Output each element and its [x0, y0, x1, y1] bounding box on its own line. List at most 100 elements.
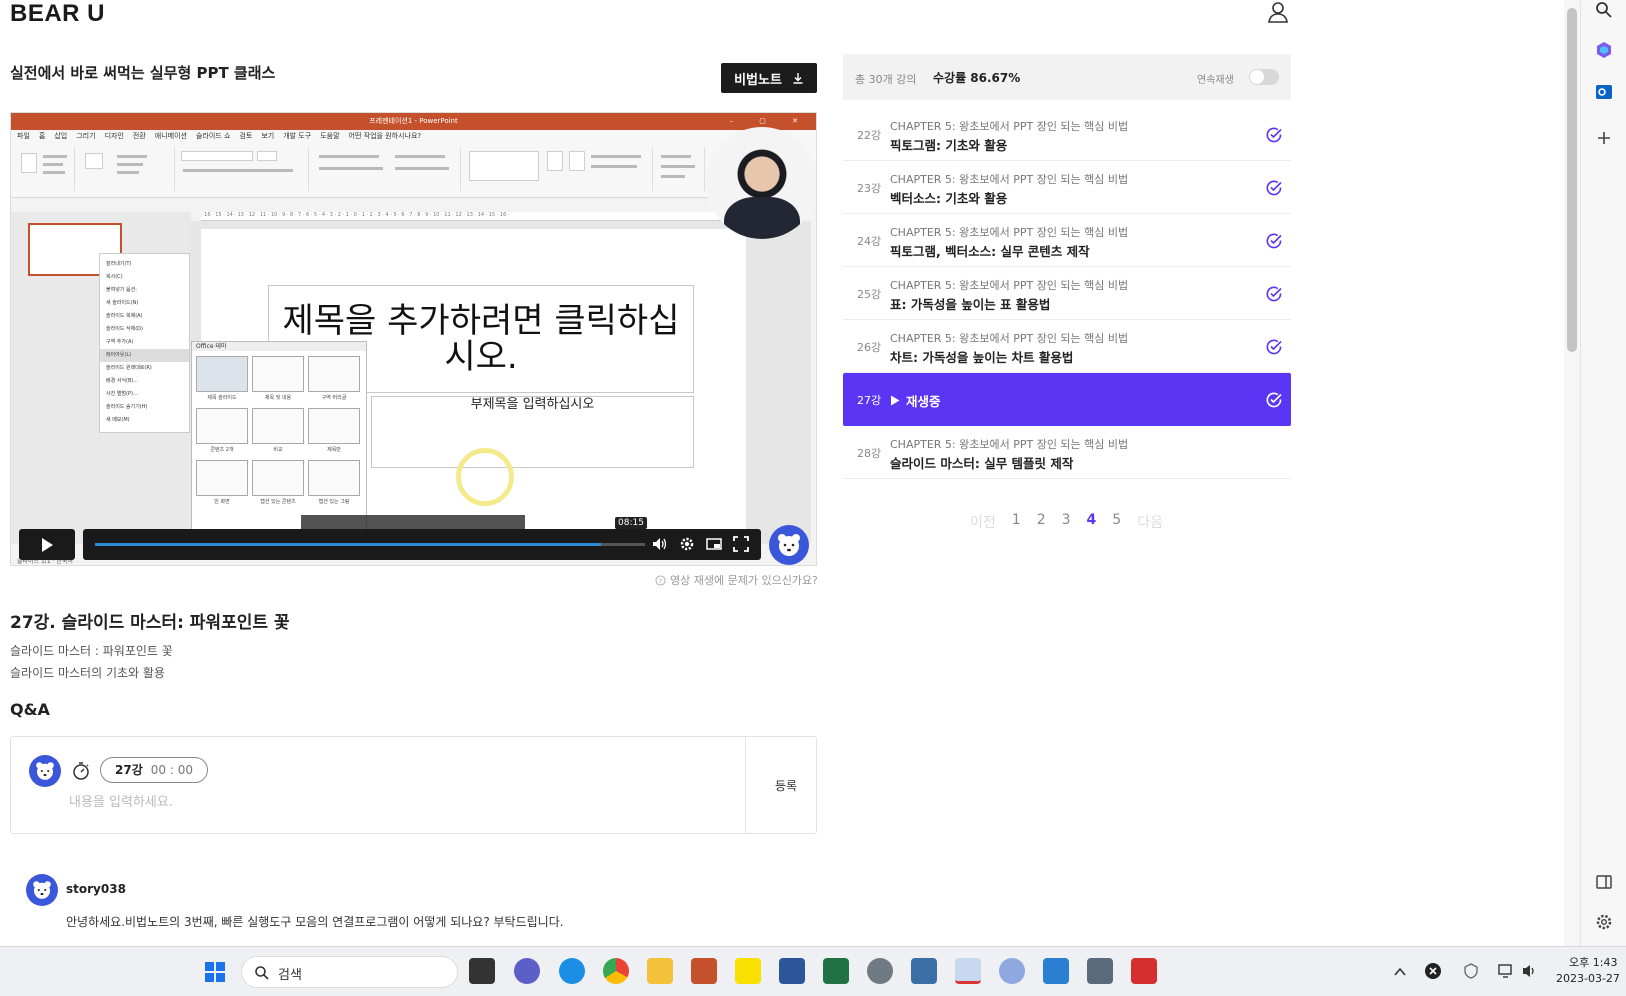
lecture-name: 벡터소스: 기초와 활용 [890, 191, 1008, 206]
ppt-menu-item: 개발 도구 [283, 132, 312, 140]
total-lectures: 총 30개 강의 [855, 73, 917, 86]
fullscreen-icon[interactable] [733, 536, 749, 552]
ppt-menu-item: 검토 [239, 132, 253, 140]
notes-download-button[interactable]: 비법노트 [721, 63, 817, 93]
search-icon[interactable] [1594, 0, 1614, 20]
prev-page-button[interactable]: 이전 [970, 512, 996, 532]
notepad-icon[interactable] [1043, 958, 1069, 984]
user-profile-icon[interactable] [1266, 0, 1290, 24]
outlook-icon[interactable] [1594, 82, 1614, 102]
file-explorer-icon[interactable] [647, 958, 673, 984]
lecture-desc-line: 슬라이드 마스터 : 파워포인트 꽃 [10, 644, 173, 658]
clock-date[interactable]: 2023-03-27 [1556, 972, 1620, 985]
ribbon-drawing [463, 147, 653, 191]
network-icon[interactable] [1497, 963, 1515, 979]
video-player[interactable]: 프레젠테이션1 - PowerPoint – ▢ ✕ 파일 홈 삽입 그리기 디자인 전환… [10, 112, 817, 566]
taskbar-search[interactable]: 검색 [241, 956, 458, 988]
ppt-menu-item: 애니메이션 [154, 132, 187, 140]
lecture-name: 차트: 가독성을 높이는 차트 활용법 [890, 350, 1074, 365]
acrobat-icon[interactable] [1131, 958, 1157, 984]
ppt-menubar: 파일 홈 삽입 그리기 디자인 전환 애니메이션 슬라이드 쇼 검토 보기 개발 도구 도움말 어떤 작… [11, 130, 816, 143]
lecture-item[interactable]: 28강 CHAPTER 5: 왕초보에서 PPT 장인 되는 핵심 비법 슬라이드 … [843, 426, 1291, 479]
page-button[interactable]: 1 [1012, 512, 1021, 532]
lecture-item[interactable]: 25강 CHAPTER 5: 왕초보에서 PPT 장인 되는 핵심 비법 표: 가독… [843, 267, 1291, 320]
lecture-item[interactable]: 22강 CHAPTER 5: 왕초보에서 PPT 장인 되는 핵심 비법 픽토그램:… [843, 108, 1291, 161]
calculator-icon[interactable] [1087, 958, 1113, 984]
bear-u-logo[interactable]: BEAR U [10, 0, 105, 28]
tray-app-icon[interactable] [1424, 962, 1442, 980]
windows-start-icon[interactable] [204, 961, 226, 983]
lecture-desc-line: 슬라이드 마스터의 기초와 활용 [10, 666, 165, 680]
play-button[interactable] [19, 529, 75, 560]
scrollbar-thumb[interactable] [1567, 8, 1577, 352]
copilot-icon[interactable] [1594, 40, 1614, 60]
lecture-item[interactable]: 23강 CHAPTER 5: 왕초보에서 PPT 장인 되는 핵심 비법 벡터소스:… [843, 161, 1291, 214]
powerpoint-icon[interactable] [691, 958, 717, 984]
tray-security-icon[interactable] [1462, 962, 1480, 980]
context-menu-item: 붙여넣기 옵션: [106, 287, 137, 293]
page-button-current[interactable]: 4 [1087, 512, 1097, 532]
teams-chat-icon[interactable] [514, 958, 540, 984]
ppt-quick-access [11, 198, 816, 212]
seek-bar[interactable] [95, 543, 645, 546]
context-menu-item: 슬라이드 삭제(D) [106, 326, 143, 332]
ppt-ruler: · 16 · 15 · 14 · 13 · 12 · 11 · 10 · 9 ·… [201, 212, 741, 221]
next-page-button[interactable]: 다음 [1137, 512, 1163, 532]
divider [745, 737, 746, 833]
chevron-up-icon[interactable] [1393, 965, 1407, 979]
task-view-icon[interactable] [469, 958, 495, 984]
comment-username: story038 [66, 882, 126, 896]
settings-app-icon[interactable] [867, 958, 893, 984]
lecture-item[interactable]: 26강 CHAPTER 5: 왕초보에서 PPT 장인 되는 핵심 비법 차트: 가… [843, 320, 1291, 373]
page-button[interactable]: 3 [1062, 512, 1071, 532]
windows-taskbar: 검색 오후 1:43 2023-03-27 [0, 946, 1626, 996]
lecture-name: 슬라이드 마스터: 실무 템플릿 제작 [890, 456, 1074, 471]
ppt-menu-item: 그리기 [76, 132, 96, 140]
stopwatch-icon[interactable] [71, 761, 91, 781]
bear-icon[interactable] [769, 525, 809, 565]
clock-time[interactable]: 오후 1:43 [1569, 954, 1617, 970]
page-button[interactable]: 2 [1037, 512, 1046, 532]
virtualbox-icon[interactable] [911, 958, 937, 984]
completion-rate: 수강률 86.67% [933, 71, 1021, 85]
chrome-browser-icon[interactable] [603, 958, 629, 984]
curriculum-header: 총 30개 강의 수강률 86.67% 연속재생 [843, 54, 1291, 100]
lecture-item-active[interactable]: 27강 재생중 [843, 373, 1291, 426]
context-menu: 잘라내기(T) 복사(C) 붙여넣기 옵션: 새 슬라이드(N) 슬라이드 복제(A) 슬… [99, 253, 190, 433]
lecture-number: 22강 [857, 129, 882, 142]
pip-icon[interactable] [706, 536, 722, 552]
kakaotalk-icon[interactable] [735, 958, 761, 984]
r-app-icon[interactable] [999, 958, 1025, 984]
lecture-item[interactable]: 24강 CHAPTER 5: 왕초보에서 PPT 장인 되는 핵심 비법 픽토그램,… [843, 214, 1291, 267]
volume-icon[interactable] [652, 536, 668, 552]
context-menu-item: 슬라이드 숨기기(H) [106, 404, 148, 410]
sidebar-toggle-icon[interactable] [1594, 872, 1614, 892]
lecture-number: 27강 [857, 394, 882, 407]
check-circle-icon [1266, 286, 1282, 302]
layout-label: 빈 화면 [214, 499, 230, 505]
autoplay-toggle[interactable] [1249, 69, 1279, 85]
volume-icon[interactable] [1521, 963, 1539, 979]
instructor-webcam [706, 127, 816, 239]
page-button[interactable]: 5 [1112, 512, 1121, 532]
add-icon[interactable] [1594, 128, 1614, 148]
timestamp-chip[interactable]: 27강 00 : 00 [100, 757, 208, 783]
context-menu-item: 구역 추가(A) [106, 339, 134, 345]
edge-browser-icon[interactable] [559, 958, 585, 984]
snipping-tool-icon[interactable] [955, 958, 981, 984]
context-menu-item: 새 슬라이드(N) [106, 300, 139, 306]
report-video-problem-link[interactable]: ? 영상 재생에 문제가 있으신가요? [655, 572, 818, 588]
gear-icon[interactable] [1594, 912, 1614, 932]
chip-time: 00 : 00 [150, 763, 193, 777]
excel-icon[interactable] [823, 958, 849, 984]
settings-gear-icon[interactable] [679, 536, 695, 552]
lecture-chapter: CHAPTER 5: 왕초보에서 PPT 장인 되는 핵심 비법 [890, 173, 1129, 186]
lecture-chapter: CHAPTER 5: 왕초보에서 PPT 장인 되는 핵심 비법 [890, 438, 1129, 451]
layout-label: 제목 및 내용 [264, 395, 292, 401]
qa-content-input[interactable] [69, 795, 709, 810]
pagination: 이전 1 2 3 4 5 다음 [970, 512, 1163, 532]
help-circle-icon: ? [655, 574, 666, 586]
submit-button[interactable]: 등록 [775, 777, 797, 794]
word-icon[interactable] [779, 958, 805, 984]
page-scrollbar[interactable] [1564, 0, 1580, 946]
